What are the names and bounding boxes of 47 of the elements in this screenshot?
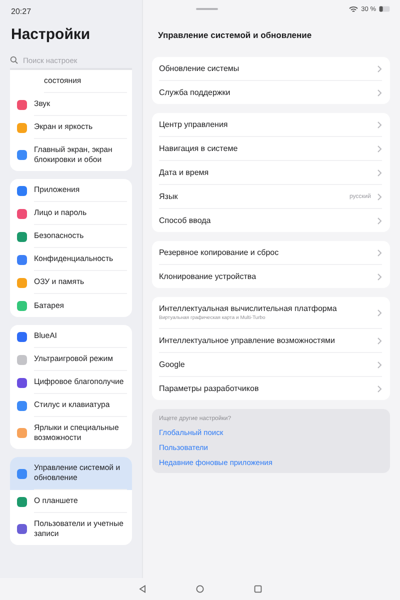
recents-icon[interactable] bbox=[254, 585, 262, 593]
settings-row[interactable]: Интеллектуальное управление возможностями bbox=[159, 329, 382, 353]
search-icon bbox=[10, 56, 18, 64]
chevron-icon bbox=[377, 144, 382, 152]
status-time: 20:27 bbox=[10, 6, 32, 16]
row-label: Обновление системы bbox=[159, 64, 240, 73]
settings-row[interactable]: Google bbox=[159, 353, 382, 377]
chevron-icon bbox=[377, 216, 382, 224]
row-label: Дата и время bbox=[159, 168, 210, 177]
settings-row[interactable]: Резервное копирование и сброс bbox=[159, 241, 382, 265]
battery-icon bbox=[379, 6, 390, 12]
chevron-icon bbox=[377, 360, 382, 368]
settings-row[interactable]: Служба поддержки bbox=[159, 81, 382, 104]
page-title: Управление системой и обновление bbox=[158, 29, 313, 41]
chevron-icon bbox=[377, 272, 382, 280]
row-label: Параметры разработчиков bbox=[159, 384, 260, 393]
row-label: Клонирование устройства bbox=[159, 272, 258, 281]
drag-handle[interactable] bbox=[196, 8, 218, 10]
back-icon[interactable] bbox=[138, 585, 146, 593]
settings-row[interactable]: Обновление системы bbox=[159, 57, 382, 81]
row-label: Google bbox=[159, 360, 186, 369]
chevron-icon bbox=[377, 168, 382, 176]
settings-row[interactable]: Дата и время bbox=[159, 161, 382, 185]
row-label: Способ ввода bbox=[159, 216, 212, 225]
settings-row[interactable]: Центр управления bbox=[159, 113, 382, 137]
chevron-icon bbox=[377, 88, 382, 96]
chevron-icon bbox=[377, 248, 382, 256]
chevron-icon bbox=[377, 120, 382, 128]
chevron-icon bbox=[377, 308, 382, 316]
settings-row[interactable]: Клонирование устройства bbox=[159, 265, 382, 288]
settings-title: Настройки bbox=[10, 25, 92, 44]
chevron-icon bbox=[377, 384, 382, 392]
row-label: Навигация в системе bbox=[159, 144, 239, 153]
row-label: Язык bbox=[159, 192, 179, 201]
row-label: Служба поддержки bbox=[159, 88, 232, 97]
row-label: Интеллектуальное управление возможностями bbox=[159, 336, 336, 345]
row-label: Интеллектуальная вычислительная платформа bbox=[159, 304, 338, 313]
home-icon[interactable] bbox=[196, 585, 204, 593]
chevron-icon bbox=[377, 64, 382, 72]
row-label: Центр управления bbox=[159, 120, 229, 129]
chevron-icon bbox=[377, 336, 382, 344]
settings-row[interactable]: Способ ввода bbox=[159, 209, 382, 232]
row-label: Резервное копирование и сброс bbox=[159, 248, 280, 257]
chevron-icon bbox=[377, 192, 382, 200]
settings-row[interactable]: Параметры разработчиков bbox=[159, 377, 382, 400]
settings-row[interactable]: Навигация в системе bbox=[159, 137, 382, 161]
wifi-icon bbox=[349, 6, 358, 12]
